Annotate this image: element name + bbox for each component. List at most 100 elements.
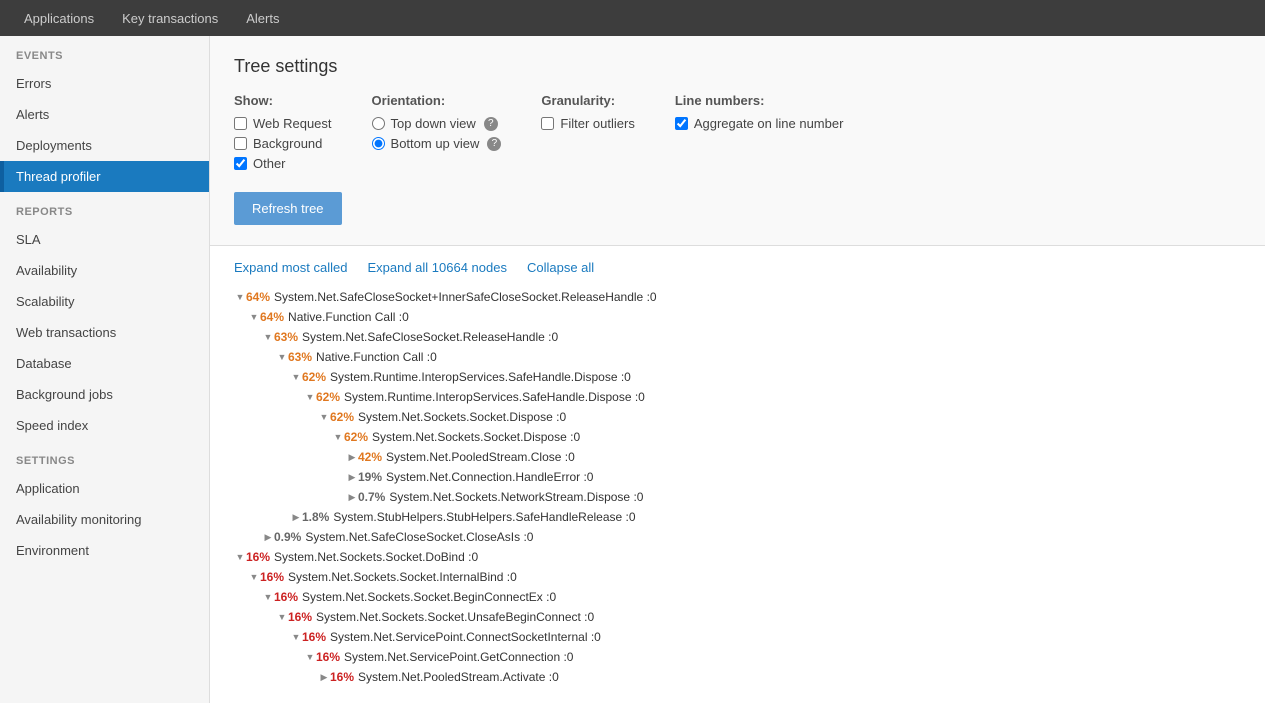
expand-icon[interactable]: ▼ xyxy=(276,352,288,362)
checkbox-aggregate-line[interactable]: Aggregate on line number xyxy=(675,116,844,131)
node-label: System.Runtime.InteropServices.SafeHandl… xyxy=(344,390,645,404)
percent-value: 16% xyxy=(260,570,284,584)
expand-icon[interactable]: ▼ xyxy=(332,432,344,442)
sidebar-item-database[interactable]: Database xyxy=(0,348,209,379)
expand-icon[interactable]: ▼ xyxy=(276,612,288,622)
expand-icon[interactable]: ▶ xyxy=(346,472,358,483)
radio-bottom-up[interactable]: Bottom up view ? xyxy=(372,136,502,151)
tree-row: ▼62%System.Net.Sockets.Socket.Dispose :0 xyxy=(234,427,1265,447)
top-down-info-icon[interactable]: ? xyxy=(484,117,498,131)
granularity-group: Granularity: Filter outliers xyxy=(541,93,634,136)
refresh-tree-button[interactable]: Refresh tree xyxy=(234,192,342,225)
node-label: System.Net.SafeCloseSocket+InnerSafeClos… xyxy=(274,290,657,304)
orientation-label: Orientation: xyxy=(372,93,502,108)
tree-row: ▼16%System.Net.Sockets.Socket.DoBind :0 xyxy=(234,547,1265,567)
percent-value: 62% xyxy=(302,370,326,384)
percent-value: 64% xyxy=(260,310,284,324)
node-label: System.Net.ServicePoint.GetConnection :0 xyxy=(344,650,573,664)
sidebar-item-availability[interactable]: Availability xyxy=(0,255,209,286)
sidebar-item-environment[interactable]: Environment xyxy=(0,535,209,566)
expand-icon[interactable]: ▼ xyxy=(248,312,260,322)
sidebar-item-availability-monitoring[interactable]: Availability monitoring xyxy=(0,504,209,535)
show-label: Show: xyxy=(234,93,332,108)
settings-section-label: SETTINGS xyxy=(0,441,209,473)
checkbox-filter-outliers-input[interactable] xyxy=(541,117,554,130)
tree-row: ▼64% Native.Function Call :0 xyxy=(234,307,1265,327)
node-label: System.Net.ServicePoint.ConnectSocketInt… xyxy=(330,630,601,644)
sidebar-item-web-transactions[interactable]: Web transactions xyxy=(0,317,209,348)
node-label: System.Net.Connection.HandleError :0 xyxy=(386,470,593,484)
checkbox-aggregate-line-input[interactable] xyxy=(675,117,688,130)
node-label: System.Net.Sockets.Socket.DoBind :0 xyxy=(274,550,478,564)
expand-icon[interactable]: ▼ xyxy=(262,332,274,342)
node-label: System.Net.Sockets.Socket.BeginConnectEx… xyxy=(302,590,556,604)
checkbox-web-request-input[interactable] xyxy=(234,117,247,130)
nav-applications[interactable]: Applications xyxy=(10,3,108,34)
percent-value: 1.8% xyxy=(302,510,329,524)
percent-value: 63% xyxy=(274,330,298,344)
tree-content: ▼64%System.Net.SafeCloseSocket+InnerSafe… xyxy=(210,283,1265,691)
sidebar-item-background-jobs[interactable]: Background jobs xyxy=(0,379,209,410)
tree-settings-title: Tree settings xyxy=(234,56,1241,77)
bottom-up-info-icon[interactable]: ? xyxy=(487,137,501,151)
sidebar-item-thread-profiler[interactable]: Thread profiler xyxy=(0,161,209,192)
percent-value: 0.7% xyxy=(358,490,385,504)
radio-bottom-up-input[interactable] xyxy=(372,137,385,150)
node-label: Native.Function Call :0 xyxy=(288,310,409,324)
node-label: System.Net.SafeCloseSocket.ReleaseHandle… xyxy=(302,330,558,344)
tree-row: ▼64% System.Net.SafeCloseSocket+InnerSafe… xyxy=(234,287,1265,307)
checkbox-web-request[interactable]: Web Request xyxy=(234,116,332,131)
checkbox-background[interactable]: Background xyxy=(234,136,332,151)
checkbox-filter-outliers[interactable]: Filter outliers xyxy=(541,116,634,131)
expand-icon[interactable]: ▼ xyxy=(318,412,330,422)
node-label: System.Net.Sockets.Socket.Dispose :0 xyxy=(358,410,566,424)
show-group: Show: Web Request Background Other xyxy=(234,93,332,176)
sidebar-item-errors[interactable]: Errors xyxy=(0,68,209,99)
tree-row: ▶1.8%System.StubHelpers.StubHelpers.Safe… xyxy=(234,507,1265,527)
sidebar-item-deployments[interactable]: Deployments xyxy=(0,130,209,161)
tree-row: ▶19% System.Net.Connection.HandleError :0 xyxy=(234,467,1265,487)
sidebar: EVENTS Errors Alerts Deployments Thread … xyxy=(0,36,210,703)
expand-icon[interactable]: ▶ xyxy=(290,512,302,523)
checkbox-aggregate-line-label: Aggregate on line number xyxy=(694,116,844,131)
checkbox-background-input[interactable] xyxy=(234,137,247,150)
checkbox-other[interactable]: Other xyxy=(234,156,332,171)
radio-top-down-input[interactable] xyxy=(372,117,385,130)
expand-icon[interactable]: ▼ xyxy=(304,392,316,402)
tree-row: ▶0.7% System.Net.Sockets.NetworkStream.Di… xyxy=(234,487,1265,507)
expand-icon[interactable]: ▶ xyxy=(346,492,358,503)
sidebar-item-alerts[interactable]: Alerts xyxy=(0,99,209,130)
tree-settings-panel: Tree settings Show: Web Request Backgrou… xyxy=(210,36,1265,246)
nav-alerts[interactable]: Alerts xyxy=(232,3,293,34)
radio-top-down[interactable]: Top down view ? xyxy=(372,116,502,131)
sidebar-item-scalability[interactable]: Scalability xyxy=(0,286,209,317)
collapse-all-link[interactable]: Collapse all xyxy=(527,260,594,275)
expand-icon[interactable]: ▼ xyxy=(248,572,260,582)
expand-icon[interactable]: ▶ xyxy=(318,672,330,683)
expand-icon[interactable]: ▼ xyxy=(304,652,316,662)
tree-row: ▼62%System.Runtime.InteropServices.SafeH… xyxy=(234,387,1265,407)
expand-icon[interactable]: ▼ xyxy=(290,372,302,382)
percent-value: 19% xyxy=(358,470,382,484)
expand-icon[interactable]: ▼ xyxy=(262,592,274,602)
checkbox-other-input[interactable] xyxy=(234,157,247,170)
sidebar-item-application[interactable]: Application xyxy=(0,473,209,504)
percent-value: 0.9% xyxy=(274,530,301,544)
tree-row: ▼16%System.Net.ServicePoint.ConnectSocke… xyxy=(234,627,1265,647)
expand-icon[interactable]: ▶ xyxy=(346,452,358,463)
sidebar-item-speed-index[interactable]: Speed index xyxy=(0,410,209,441)
tree-row: ▶42%System.Net.PooledStream.Close :0 xyxy=(234,447,1265,467)
sidebar-item-sla[interactable]: SLA xyxy=(0,224,209,255)
expand-icon[interactable]: ▼ xyxy=(234,552,246,562)
node-label: System.Net.Sockets.NetworkStream.Dispose… xyxy=(389,490,643,504)
node-label: System.Net.SafeCloseSocket.CloseAsIs :0 xyxy=(305,530,533,544)
percent-value: 16% xyxy=(330,670,354,684)
expand-icon[interactable]: ▼ xyxy=(234,292,246,302)
expand-all-link[interactable]: Expand all 10664 nodes xyxy=(367,260,507,275)
percent-value: 64% xyxy=(246,290,270,304)
expand-icon[interactable]: ▶ xyxy=(262,532,274,543)
expand-icon[interactable]: ▼ xyxy=(290,632,302,642)
expand-most-called-link[interactable]: Expand most called xyxy=(234,260,347,275)
nav-key-transactions[interactable]: Key transactions xyxy=(108,3,232,34)
line-numbers-group: Line numbers: Aggregate on line number xyxy=(675,93,844,136)
